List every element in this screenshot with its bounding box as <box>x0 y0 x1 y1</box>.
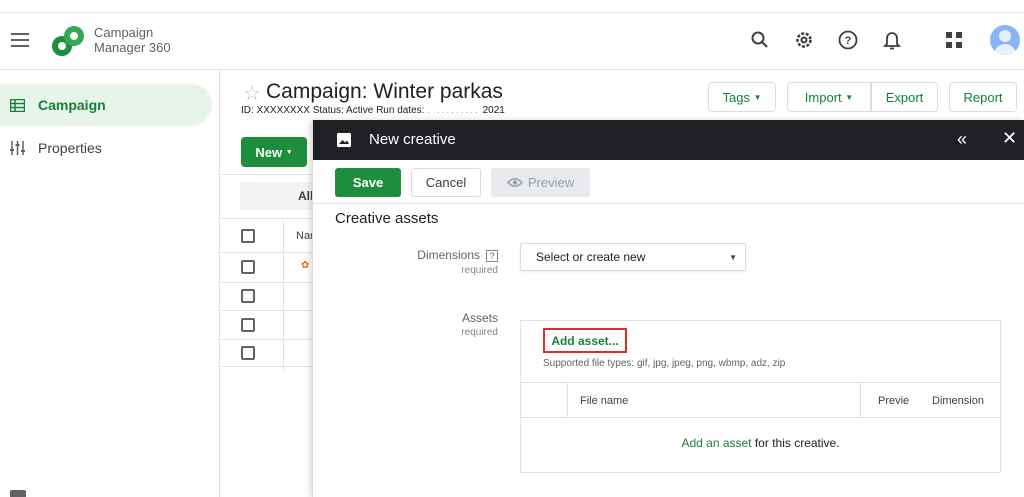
filter-tab-all[interactable]: All <box>240 182 320 210</box>
preview-button-label: Preview <box>527 175 575 190</box>
brand-line-2: Manager 360 <box>94 40 171 55</box>
campaign-run-dates-tail: 2021 <box>482 105 505 116</box>
new-button[interactable]: New ▼ <box>241 137 307 167</box>
panel-title: New creative <box>369 131 456 148</box>
campaign-run-dates-label: Run dates: <box>376 105 425 116</box>
favorite-star-icon[interactable]: ☆ <box>243 81 261 106</box>
tags-button[interactable]: Tags ▼ <box>708 82 776 112</box>
campaign-status: Status: Active <box>312 105 374 116</box>
campaign-manager-logo-icon <box>52 26 84 56</box>
import-button-label: Import <box>804 89 842 105</box>
table-icon <box>10 98 28 112</box>
dimensions-select-value: Select or create new <box>536 250 646 264</box>
tune-icon <box>10 141 28 155</box>
grid-divider <box>220 218 320 219</box>
preview-button[interactable]: Preview <box>491 168 590 197</box>
nav-item-properties[interactable]: Properties <box>0 127 212 169</box>
import-button[interactable]: Import ▼ <box>787 82 871 112</box>
assets-required: required <box>461 327 498 338</box>
nav-item-label: Properties <box>38 140 102 156</box>
main-menu-icon[interactable] <box>11 33 29 47</box>
nav-item-label: Campaign <box>38 97 106 113</box>
settings-icon[interactable] <box>792 28 816 52</box>
campaign-id: ID: XXXXXXXX <box>241 105 310 116</box>
column-header-file-name: File name <box>580 395 629 407</box>
bottom-nav-stub-icon <box>10 490 26 497</box>
grid-column-divider <box>283 220 284 370</box>
collapse-panel-icon[interactable]: « <box>957 129 967 150</box>
page-title: Campaign: Winter parkas <box>266 80 503 103</box>
row-checkbox[interactable] <box>241 346 255 360</box>
dimensions-required: required <box>461 265 498 276</box>
row-checkbox[interactable] <box>241 318 255 332</box>
export-button[interactable]: Export <box>871 82 938 112</box>
supported-file-types: Supported file types: gif, jpg, jpeg, pn… <box>543 358 786 369</box>
grid-divider <box>220 310 320 311</box>
report-button[interactable]: Report <box>949 82 1017 112</box>
grid-divider <box>220 174 320 175</box>
account-avatar[interactable] <box>990 25 1020 55</box>
empty-message-text: for this creative. <box>751 436 840 450</box>
column-divider <box>860 383 861 418</box>
save-button[interactable]: Save <box>335 168 401 197</box>
notifications-icon[interactable] <box>880 28 904 52</box>
assets-table-header: File name Previe Dimension <box>521 382 1000 418</box>
apps-grid-icon[interactable] <box>942 28 966 52</box>
column-header-dimension: Dimension <box>932 395 984 407</box>
panel-header: New creative « ✕ <box>313 120 1024 160</box>
campaign-meta: ID: XXXXXXXX Status: Active Run dates: .… <box>241 105 505 116</box>
dimensions-select[interactable]: Select or create new ▼ <box>520 243 746 271</box>
top-app-bar: Campaign Manager 360 ......... ? <box>0 0 1024 70</box>
report-button-label: Report <box>963 89 1003 105</box>
redacted-dates: . ......... <box>427 105 480 116</box>
tags-button-label: Tags <box>722 89 750 105</box>
app-brand: Campaign Manager 360 <box>94 25 171 55</box>
left-navigation: Campaign Properties <box>0 70 220 497</box>
redacted-breadcrumb: ......... <box>225 38 374 44</box>
chevron-down-icon: ▼ <box>753 92 762 102</box>
row-checkbox[interactable] <box>241 260 255 274</box>
row-status-icon: ✿ <box>301 260 310 271</box>
assets-empty-message: Add an asset for this creative. <box>521 436 1000 450</box>
column-divider <box>567 383 568 418</box>
close-icon[interactable]: ✕ <box>1002 128 1017 149</box>
column-header-preview: Previe <box>878 395 910 407</box>
svg-text:?: ? <box>845 35 852 47</box>
grid-divider <box>220 282 320 283</box>
toolbar-divider <box>313 203 1024 204</box>
chevron-down-icon: ▼ <box>845 92 854 102</box>
help-icon[interactable]: ? <box>836 28 860 52</box>
dropdown-caret-icon: ▼ <box>729 253 737 262</box>
grid-divider <box>220 366 320 367</box>
search-icon[interactable] <box>748 28 772 52</box>
chevron-down-icon: ▼ <box>285 148 293 156</box>
eye-icon <box>506 178 523 187</box>
assets-label: Assets <box>461 311 498 325</box>
nav-item-campaign[interactable]: Campaign <box>0 84 212 126</box>
new-button-label: New <box>255 144 283 160</box>
grid-divider <box>220 339 320 340</box>
add-an-asset-link[interactable]: Add an asset <box>681 436 751 450</box>
dimensions-label: Dimensions? <box>417 248 498 262</box>
brand-line-1: Campaign <box>94 25 154 40</box>
export-button-label: Export <box>885 89 924 105</box>
help-icon[interactable]: ? <box>486 250 498 262</box>
top-divider <box>0 12 1024 13</box>
dimensions-label-text: Dimensions <box>417 248 480 262</box>
section-title: Creative assets <box>335 210 439 227</box>
select-all-checkbox[interactable] <box>241 229 255 243</box>
assets-container: Add asset... Supported file types: gif, … <box>520 320 1001 473</box>
cancel-button[interactable]: Cancel <box>411 168 481 197</box>
grid-divider <box>220 252 320 253</box>
add-asset-link[interactable]: Add asset... <box>543 328 627 353</box>
image-icon <box>337 133 351 147</box>
row-checkbox[interactable] <box>241 289 255 303</box>
new-creative-panel: New creative « ✕ Save Cancel Preview Cre… <box>312 120 1024 497</box>
